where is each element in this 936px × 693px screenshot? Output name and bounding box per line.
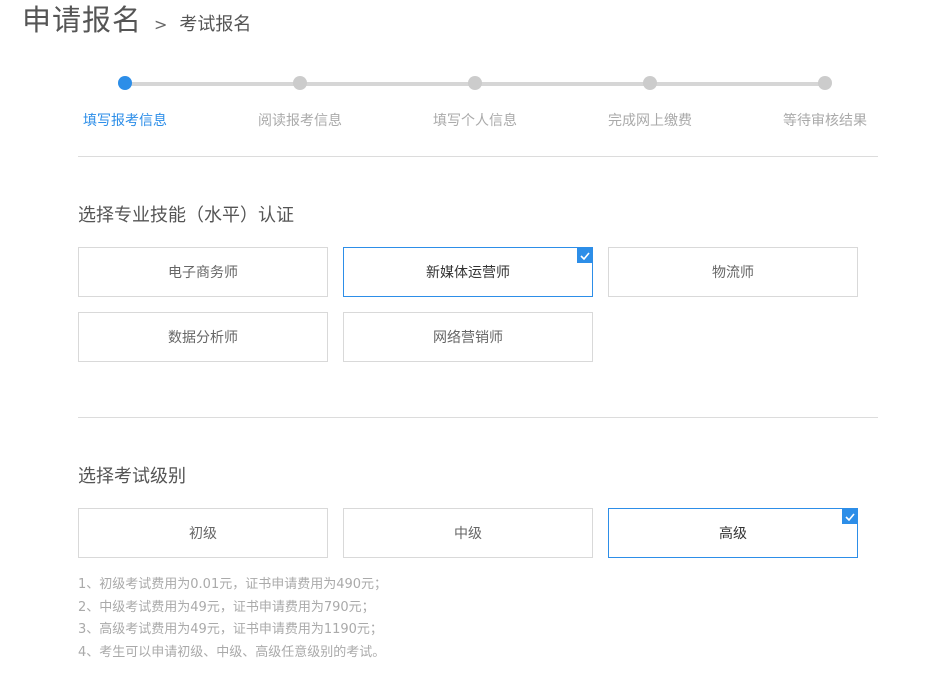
step-dot (293, 76, 307, 90)
step-2: 阅读报考信息 (245, 70, 355, 130)
divider (78, 417, 878, 418)
option-label: 高级 (719, 526, 747, 542)
fee-notes: 1、初级考试费用为0.01元，证书申请费用为490元； 2、中级考试费用为49元… (78, 574, 387, 664)
progress-steps: 填写报考信息 阅读报考信息 填写个人信息 完成网上缴费 等待审核结果 (78, 70, 878, 140)
option-label: 电子商务师 (168, 265, 238, 281)
fee-note: 1、初级考试费用为0.01元，证书申请费用为490元； (78, 577, 388, 592)
level-option-intermediate[interactable]: 中级 (343, 508, 593, 558)
skills-section-title: 选择专业技能（水平）认证 (78, 205, 294, 226)
step-label: 填写个人信息 (433, 113, 517, 129)
option-label: 初级 (189, 526, 217, 542)
page-header: 申请报名 > 考试报名 (22, 0, 251, 40)
step-label: 填写报考信息 (83, 113, 167, 129)
step-4: 完成网上缴费 (595, 70, 705, 130)
step-label: 完成网上缴费 (608, 113, 692, 129)
option-label: 物流师 (712, 265, 754, 281)
level-option-senior[interactable]: 高级 (608, 508, 858, 558)
step-5: 等待审核结果 (770, 70, 880, 130)
fee-note: 3、高级考试费用为49元，证书申请费用为1190元； (78, 622, 383, 637)
skill-option-logistics[interactable]: 物流师 (608, 247, 858, 297)
breadcrumb-current: 考试报名 (179, 14, 252, 35)
step-dot (643, 76, 657, 90)
option-label: 数据分析师 (168, 330, 238, 346)
fee-note: 2、中级考试费用为49元，证书申请费用为790元； (78, 599, 375, 615)
skill-option-new-media[interactable]: 新媒体运营师 (343, 247, 593, 297)
fee-note: 4、考生可以申请初级、中级、高级任意级别的考试。 (78, 644, 386, 660)
divider (78, 156, 878, 157)
step-label: 阅读报考信息 (258, 113, 342, 129)
skill-option-data-analyst[interactable]: 数据分析师 (78, 312, 328, 362)
check-icon (577, 248, 592, 263)
step-3: 填写个人信息 (420, 70, 530, 130)
breadcrumb-separator: > (154, 15, 168, 34)
step-1: 填写报考信息 (70, 70, 180, 130)
step-dot (118, 76, 132, 90)
option-label: 新媒体运营师 (426, 265, 510, 281)
levels-section-title: 选择考试级别 (78, 466, 186, 487)
option-label: 网络营销师 (433, 330, 503, 346)
page-title: 申请报名 (22, 3, 143, 37)
step-label: 等待审核结果 (783, 113, 867, 129)
step-dot (818, 76, 832, 90)
step-dot (468, 76, 482, 90)
level-option-junior[interactable]: 初级 (78, 508, 328, 558)
skill-option-ecommerce[interactable]: 电子商务师 (78, 247, 328, 297)
option-label: 中级 (454, 526, 482, 542)
check-icon (842, 509, 857, 524)
skill-option-online-marketing[interactable]: 网络营销师 (343, 312, 593, 362)
